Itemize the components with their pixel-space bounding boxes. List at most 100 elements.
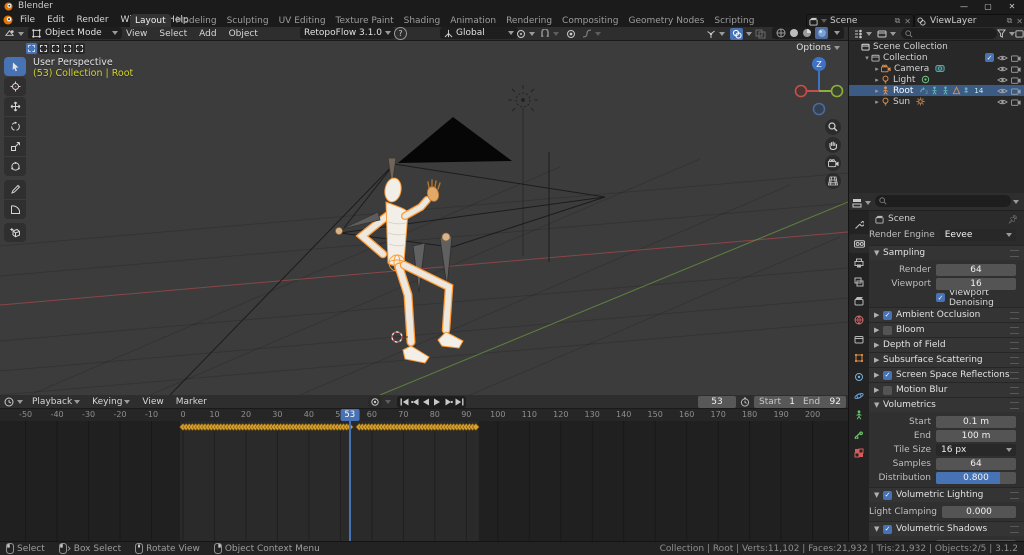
navigation-gizmo[interactable]: Z bbox=[794, 55, 844, 117]
close-button[interactable]: ✕ bbox=[1000, 0, 1024, 13]
workspace-tab-scripting[interactable]: Scripting bbox=[709, 14, 759, 27]
viewport-menu-object[interactable]: Object bbox=[223, 29, 264, 39]
workspace-tab-sculpting[interactable]: Sculpting bbox=[222, 14, 274, 27]
bloom-checkbox[interactable] bbox=[883, 325, 892, 335]
new-collection-icon[interactable] bbox=[1015, 27, 1024, 40]
editor-type-outliner[interactable] bbox=[853, 27, 872, 40]
pin-icon[interactable]: 📌︎ bbox=[1008, 215, 1018, 224]
current-frame-badge[interactable]: 53 bbox=[340, 409, 360, 421]
tile-size-dropdown[interactable]: 16 px bbox=[936, 443, 1016, 456]
start-frame-field[interactable]: Start 1 bbox=[754, 396, 800, 408]
render-engine-dropdown[interactable]: Eevee bbox=[939, 228, 1016, 241]
workspace-tab-uv-editing[interactable]: UV Editing bbox=[274, 14, 331, 27]
timeline-track-area[interactable] bbox=[0, 421, 848, 541]
measure-tool[interactable] bbox=[4, 200, 26, 219]
outliner-row-root[interactable]: ▸ Root 2 14 bbox=[849, 85, 1024, 96]
distribution-slider[interactable]: 0.800 bbox=[936, 471, 1016, 484]
new-scene-icon[interactable]: ⧉ bbox=[895, 16, 901, 26]
expand-twisty[interactable]: ▸ bbox=[873, 87, 881, 95]
cursor-tool[interactable] bbox=[4, 77, 26, 96]
motion-blur-checkbox[interactable] bbox=[883, 385, 892, 395]
properties-tab-tool[interactable] bbox=[849, 215, 869, 234]
properties-tab-output[interactable] bbox=[849, 253, 869, 272]
xray-toggle-icon[interactable] bbox=[755, 27, 766, 40]
use-preview-range-icon[interactable] bbox=[740, 397, 750, 407]
workspace-tab-animation[interactable]: Animation bbox=[445, 14, 501, 27]
panel-header-ambient-occlusion[interactable]: ▶ ✓ Ambient Occlusion bbox=[869, 307, 1024, 322]
perspective-toggle-button[interactable] bbox=[825, 173, 841, 189]
camera-view-button[interactable] bbox=[825, 155, 841, 171]
select-mode-intersect[interactable] bbox=[74, 43, 85, 54]
timeline-playhead[interactable] bbox=[348, 415, 351, 541]
panel-header-motion-blur[interactable]: ▶ Motion Blur bbox=[869, 382, 1024, 397]
viewport-menu-select[interactable]: Select bbox=[153, 29, 193, 39]
outliner-row-light[interactable]: ▸ Light bbox=[849, 74, 1024, 85]
disable-render-camera-icon[interactable] bbox=[1011, 87, 1021, 95]
samples-field[interactable]: 64 bbox=[936, 457, 1016, 470]
timeline-menu-view[interactable]: View bbox=[136, 397, 169, 407]
properties-tab-physics[interactable] bbox=[849, 386, 869, 405]
screen-space-reflections-checkbox[interactable]: ✓ bbox=[883, 370, 892, 380]
editor-type-timeline[interactable] bbox=[4, 395, 23, 408]
properties-tab-collection[interactable] bbox=[849, 329, 869, 348]
timeline-menu-playback[interactable]: Playback bbox=[26, 397, 86, 407]
proportional-editing-icon[interactable] bbox=[566, 27, 576, 40]
new-viewlayer-icon[interactable]: ⧉ bbox=[1007, 16, 1013, 26]
pivot-dropdown[interactable] bbox=[516, 27, 535, 40]
panel-header-volumetric-shadows[interactable]: ▼ ✓ Volumetric Shadows bbox=[869, 521, 1024, 536]
retopoflow-help-icon[interactable]: ? bbox=[394, 27, 407, 40]
timeline-ruler[interactable]: -50-40-30-20-100102030405060708090100110… bbox=[0, 409, 848, 421]
minimize-button[interactable]: — bbox=[952, 0, 976, 13]
hide-viewport-eye-icon[interactable] bbox=[997, 65, 1008, 73]
workspace-tab-texture-paint[interactable]: Texture Paint bbox=[331, 14, 399, 27]
hide-viewport-eye-icon[interactable] bbox=[997, 76, 1008, 84]
jump-to-start-button[interactable] bbox=[399, 397, 409, 407]
next-keyframe-button[interactable] bbox=[443, 397, 453, 407]
play-button[interactable] bbox=[432, 397, 442, 407]
select-mode-extend[interactable] bbox=[38, 43, 49, 54]
add-cube-tool[interactable] bbox=[4, 223, 26, 242]
workspace-tab-layout[interactable]: Layout bbox=[130, 14, 171, 27]
retopoflow-menu[interactable]: RetopoFlow 3.1.0 bbox=[300, 27, 395, 39]
render-field[interactable]: 64 bbox=[936, 263, 1016, 276]
end-field[interactable]: 100 m bbox=[936, 429, 1016, 442]
maximize-button[interactable]: ▢ bbox=[976, 0, 1000, 13]
disable-render-camera-icon[interactable] bbox=[1011, 98, 1021, 106]
properties-tab-scene[interactable] bbox=[849, 291, 869, 310]
count-icon[interactable] bbox=[963, 86, 972, 95]
start-field[interactable]: 0.1 m bbox=[936, 415, 1016, 428]
options-dropdown[interactable]: Options bbox=[796, 43, 840, 53]
properties-search-input[interactable] bbox=[875, 195, 1011, 207]
expand-twisty[interactable]: ▸ bbox=[873, 98, 881, 106]
editor-type-properties[interactable] bbox=[852, 196, 871, 209]
disable-render-camera-icon[interactable] bbox=[1011, 65, 1021, 73]
show-overlays-dropdown[interactable] bbox=[730, 27, 752, 40]
volumetric-shadows-checkbox[interactable]: ✓ bbox=[883, 524, 892, 534]
jump-to-end-button[interactable] bbox=[454, 397, 464, 407]
ambient-occlusion-checkbox[interactable]: ✓ bbox=[883, 310, 892, 320]
light-clamping-field[interactable]: 0.000 bbox=[942, 505, 1016, 518]
panel-header-bloom[interactable]: ▶ Bloom bbox=[869, 322, 1024, 337]
annotate-tool[interactable] bbox=[4, 180, 26, 199]
pyramid-object[interactable] bbox=[398, 117, 512, 163]
hide-viewport-eye-icon[interactable] bbox=[997, 54, 1008, 62]
outliner-row-scene-collection[interactable]: Scene Collection bbox=[849, 41, 1024, 52]
rotate-tool[interactable] bbox=[4, 117, 26, 136]
select-mode-set[interactable] bbox=[26, 43, 37, 54]
mode-dropdown[interactable]: Object Mode bbox=[28, 27, 122, 39]
remove-viewlayer-icon[interactable]: ✕ bbox=[1016, 17, 1023, 26]
proportional-falloff-dropdown[interactable] bbox=[582, 27, 601, 40]
properties-tab-world[interactable] bbox=[849, 310, 869, 329]
select-box-tool[interactable] bbox=[4, 57, 26, 76]
move-tool[interactable] bbox=[4, 97, 26, 116]
pose-icon[interactable] bbox=[930, 86, 939, 95]
workspace-tab-shading[interactable]: Shading bbox=[399, 14, 446, 27]
expand-twisty[interactable]: ▾ bbox=[863, 54, 871, 62]
select-mode-invert[interactable] bbox=[62, 43, 73, 54]
pan-view-button[interactable] bbox=[825, 137, 841, 153]
collection-checkbox[interactable]: ✓ bbox=[985, 53, 994, 62]
panel-header-subsurface-scattering[interactable]: ▶ Subsurface Scattering bbox=[869, 352, 1024, 367]
timeline-menu-marker[interactable]: Marker bbox=[170, 397, 213, 407]
auto-keying-button[interactable] bbox=[368, 395, 391, 408]
scale-tool[interactable] bbox=[4, 137, 26, 156]
